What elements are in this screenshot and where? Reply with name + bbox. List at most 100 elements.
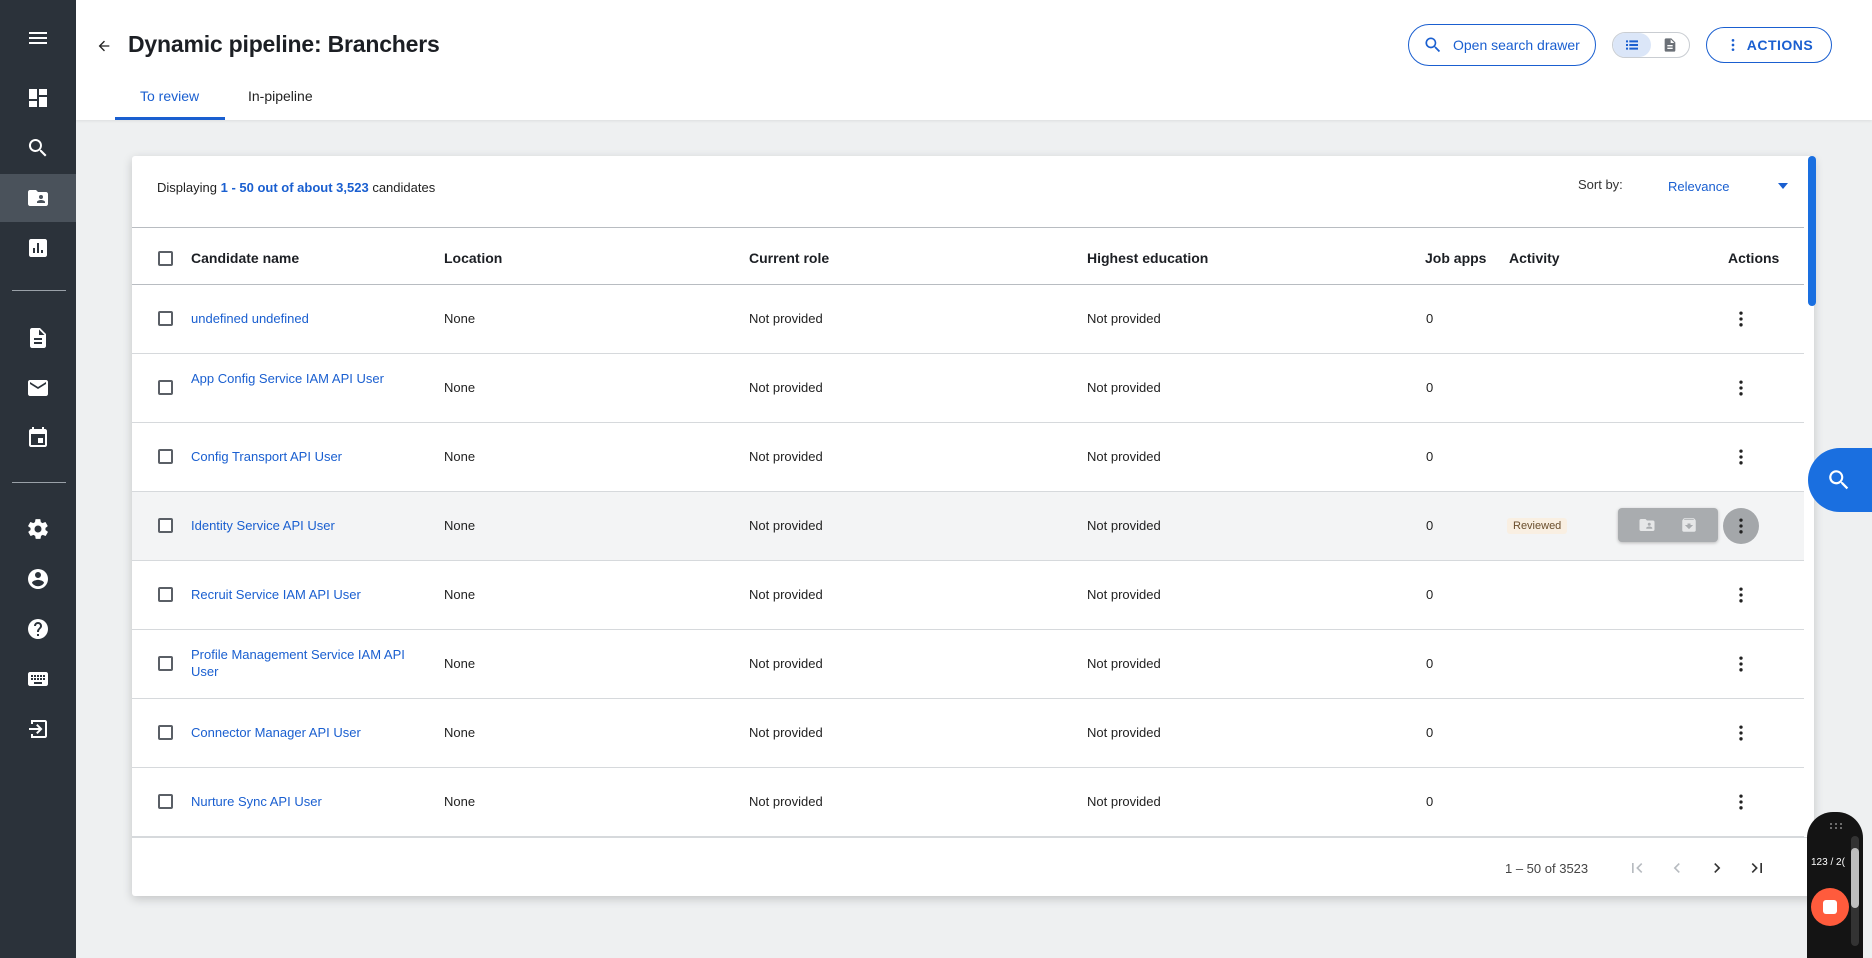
column-header-location[interactable]: Location bbox=[444, 250, 502, 266]
stop-recording-button[interactable] bbox=[1811, 888, 1849, 926]
scrollbar-thumb[interactable] bbox=[1808, 156, 1816, 306]
education-cell: Not provided bbox=[1087, 725, 1161, 740]
logout-icon[interactable] bbox=[0, 705, 76, 753]
current-role-cell: Not provided bbox=[749, 587, 823, 602]
row-checkbox[interactable] bbox=[158, 587, 173, 602]
page-header: Dynamic pipeline: Branchers To review In… bbox=[76, 0, 1872, 120]
contacts-icon[interactable] bbox=[1630, 512, 1664, 538]
recorder-scrollbar[interactable] bbox=[1851, 836, 1859, 946]
table-row[interactable]: App Config Service IAM API User None Not p… bbox=[132, 354, 1804, 423]
table-row[interactable]: undefined undefined None Not provided Not p… bbox=[132, 285, 1804, 354]
job-apps-cell: 0 bbox=[1426, 449, 1434, 464]
search-icon bbox=[1425, 37, 1441, 53]
document-icon[interactable] bbox=[0, 314, 76, 362]
document-view-icon[interactable] bbox=[1651, 33, 1689, 57]
row-checkbox[interactable] bbox=[158, 794, 173, 809]
row-checkbox[interactable] bbox=[158, 518, 173, 533]
reports-icon[interactable] bbox=[0, 224, 76, 272]
keyboard-icon[interactable] bbox=[0, 655, 76, 703]
view-toggle bbox=[1612, 32, 1690, 58]
row-more-actions-icon[interactable] bbox=[1723, 370, 1759, 406]
floating-search-button[interactable] bbox=[1808, 448, 1872, 512]
column-header-education[interactable]: Highest education bbox=[1087, 250, 1208, 266]
last-page-icon[interactable] bbox=[1741, 852, 1773, 884]
education-cell: Not provided bbox=[1087, 587, 1161, 602]
table-row[interactable]: Config Transport API User None Not provide… bbox=[132, 423, 1804, 492]
row-more-actions-icon[interactable] bbox=[1723, 577, 1759, 613]
candidate-name-link[interactable]: App Config Service IAM API User bbox=[191, 370, 421, 387]
education-cell: Not provided bbox=[1087, 656, 1161, 671]
archive-icon[interactable] bbox=[1672, 512, 1706, 538]
row-more-actions-icon[interactable] bbox=[1723, 784, 1759, 820]
education-cell: Not provided bbox=[1087, 518, 1161, 533]
back-arrow-icon[interactable] bbox=[92, 34, 116, 58]
table-row[interactable]: Nurture Sync API User None Not provided Not… bbox=[132, 768, 1804, 837]
row-more-actions-icon[interactable] bbox=[1723, 646, 1759, 682]
table-row[interactable]: Identity Service API User None Not provide… bbox=[132, 492, 1804, 561]
row-checkbox[interactable] bbox=[158, 725, 173, 740]
current-role-cell: Not provided bbox=[749, 656, 823, 671]
open-search-drawer-button[interactable]: Open search drawer bbox=[1408, 24, 1596, 66]
row-checkbox[interactable] bbox=[158, 449, 173, 464]
candidate-name-link[interactable]: Identity Service API User bbox=[191, 517, 421, 534]
candidate-name-link[interactable]: Profile Management Service IAM API User bbox=[191, 646, 421, 680]
table-row[interactable]: Recruit Service IAM API User None Not prov… bbox=[132, 561, 1804, 630]
previous-page-icon[interactable] bbox=[1661, 852, 1693, 884]
list-view-icon[interactable] bbox=[1613, 33, 1651, 57]
sidebar-divider bbox=[12, 290, 66, 291]
status-badge: Reviewed bbox=[1507, 518, 1568, 534]
help-icon[interactable] bbox=[0, 605, 76, 653]
row-checkbox[interactable] bbox=[158, 656, 173, 671]
column-header-job-apps[interactable]: Job apps bbox=[1425, 250, 1486, 266]
menu-icon[interactable] bbox=[0, 14, 76, 62]
contacts-icon[interactable] bbox=[0, 174, 76, 222]
row-more-actions-icon[interactable] bbox=[1723, 715, 1759, 751]
candidate-name-link[interactable]: Config Transport API User bbox=[191, 448, 421, 465]
summary-suffix: candidates bbox=[372, 180, 436, 195]
table-row[interactable]: Profile Management Service IAM API User N… bbox=[132, 630, 1804, 699]
next-page-icon[interactable] bbox=[1701, 852, 1733, 884]
current-role-cell: Not provided bbox=[749, 725, 823, 740]
sort-select[interactable]: Relevance bbox=[1668, 174, 1792, 198]
search-icon[interactable] bbox=[0, 124, 76, 172]
pagination-range: 1 – 50 of 3523 bbox=[1505, 861, 1589, 876]
row-more-actions-icon[interactable] bbox=[1723, 301, 1759, 337]
sort-value: Relevance bbox=[1668, 178, 1730, 194]
actions-button[interactable]: ACTIONS bbox=[1706, 27, 1832, 63]
dashboard-icon[interactable] bbox=[0, 74, 76, 122]
select-all-checkbox[interactable] bbox=[158, 251, 173, 266]
summary-prefix: Displaying bbox=[157, 180, 217, 195]
row-more-actions-icon[interactable] bbox=[1723, 439, 1759, 475]
table-row[interactable]: Connector Manager API User None Not provid… bbox=[132, 699, 1804, 768]
calendar-icon[interactable] bbox=[0, 414, 76, 462]
summary-range: 1 - 50 out of about 3,523 bbox=[220, 180, 369, 195]
sort-label: Sort by: bbox=[1578, 177, 1623, 192]
candidate-name-link[interactable]: Nurture Sync API User bbox=[191, 793, 421, 810]
tab-to-review[interactable]: To review bbox=[140, 88, 199, 104]
candidate-name-link[interactable]: undefined undefined bbox=[191, 310, 421, 327]
more-vert-icon bbox=[1731, 39, 1735, 51]
education-cell: Not provided bbox=[1087, 794, 1161, 809]
job-apps-cell: 0 bbox=[1426, 311, 1434, 326]
column-header-name[interactable]: Candidate name bbox=[191, 250, 299, 266]
column-header-current-role[interactable]: Current role bbox=[749, 250, 829, 266]
drag-handle-icon[interactable] bbox=[1829, 822, 1843, 830]
results-summary: Displaying 1 - 50 out of about 3,523 can… bbox=[157, 180, 435, 195]
column-header-actions: Actions bbox=[1728, 250, 1780, 266]
job-apps-cell: 0 bbox=[1426, 725, 1434, 740]
mail-icon[interactable] bbox=[0, 364, 76, 412]
tab-in-pipeline[interactable]: In-pipeline bbox=[248, 88, 313, 104]
row-more-actions-icon[interactable] bbox=[1723, 508, 1759, 544]
education-cell: Not provided bbox=[1087, 449, 1161, 464]
account-icon[interactable] bbox=[0, 555, 76, 603]
current-role-cell: Not provided bbox=[749, 518, 823, 533]
row-checkbox[interactable] bbox=[158, 311, 173, 326]
first-page-icon[interactable] bbox=[1621, 852, 1653, 884]
candidate-name-link[interactable]: Recruit Service IAM API User bbox=[191, 586, 421, 603]
column-header-activity[interactable]: Activity bbox=[1509, 250, 1560, 266]
row-checkbox[interactable] bbox=[158, 380, 173, 395]
settings-icon[interactable] bbox=[0, 505, 76, 553]
search-icon bbox=[1829, 470, 1849, 490]
page-title: Dynamic pipeline: Branchers bbox=[128, 31, 440, 57]
candidate-name-link[interactable]: Connector Manager API User bbox=[191, 724, 421, 741]
